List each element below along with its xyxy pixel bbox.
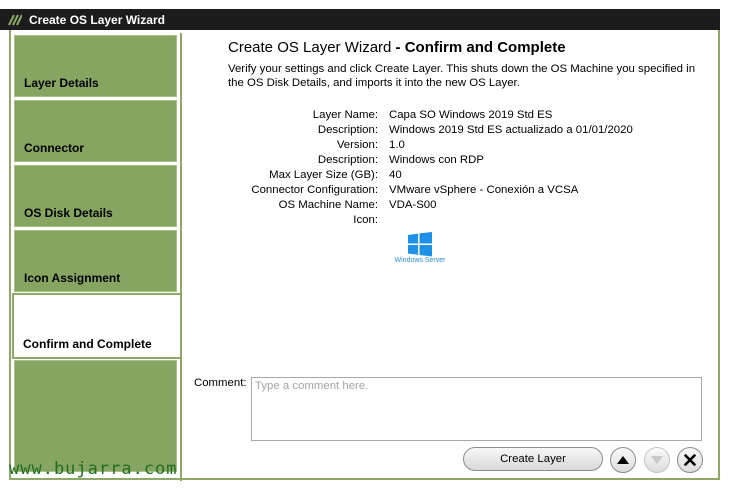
instructions-text: Verify your settings and click Create La…	[228, 63, 696, 89]
summary-label: Icon:	[353, 214, 378, 226]
create-layer-button[interactable]: Create Layer	[463, 447, 603, 471]
summary-label: Layer Name:	[312, 109, 378, 121]
summary-value: 40	[389, 169, 402, 181]
summary-row-max-layer-size: Max Layer Size (GB): 40	[182, 169, 716, 184]
step-content: Create OS Layer Wizard - Confirm and Com…	[180, 33, 714, 481]
summary-row-version: Version: 1.0	[182, 139, 716, 154]
arrow-up-icon	[617, 456, 629, 464]
comment-input[interactable]	[251, 377, 702, 441]
summary-label: Max Layer Size (GB):	[269, 169, 378, 181]
next-step-button[interactable]	[644, 447, 670, 473]
nav-step-icon-assignment[interactable]: Icon Assignment	[14, 230, 177, 292]
nav-step-label: Icon Assignment	[24, 271, 121, 285]
summary-value: Windows con RDP	[389, 154, 484, 166]
nav-step-layer-details[interactable]: Layer Details	[14, 35, 177, 97]
close-wizard-button[interactable]	[677, 447, 703, 473]
summary-label: Description:	[317, 154, 378, 166]
comment-label: Comment:	[194, 377, 247, 389]
summary-label: Connector Configuration:	[251, 184, 378, 196]
summary-row-version-description: Description: Windows con RDP	[182, 154, 716, 169]
summary-row-description: Description: Windows 2019 Std ES actuali…	[182, 124, 716, 139]
close-icon	[684, 454, 696, 466]
app-stripes-icon	[8, 14, 22, 25]
page-title: Create OS Layer Wizard - Confirm and Com…	[228, 39, 566, 56]
nav-step-label: Connector	[24, 141, 84, 155]
window-title: Create OS Layer Wizard	[29, 12, 165, 27]
page-title-prefix: Create OS Layer Wizard	[228, 39, 392, 56]
summary-label: OS Machine Name:	[278, 199, 378, 211]
nav-filler-panel	[14, 360, 177, 472]
nav-step-connector[interactable]: Connector	[14, 100, 177, 162]
arrow-down-icon	[651, 456, 663, 464]
summary-row-layer-name: Layer Name: Capa SO Windows 2019 Std ES	[182, 109, 716, 124]
nav-step-label: OS Disk Details	[24, 206, 113, 220]
summary-value: VDA-S00	[389, 199, 437, 211]
summary-value: 1.0	[389, 139, 405, 151]
layer-icon-preview: Windows Server	[393, 232, 447, 268]
page-title-step: - Confirm and Complete	[391, 39, 566, 56]
summary-row-connector-configuration: Connector Configuration: VMware vSphere …	[182, 184, 716, 199]
title-bar: Create OS Layer Wizard	[0, 9, 720, 30]
wizard-window: Create OS Layer Wizard Layer Details Con…	[0, 0, 733, 492]
summary-row-os-machine-name: OS Machine Name: VDA-S00	[182, 199, 716, 214]
nav-step-os-disk-details[interactable]: OS Disk Details	[14, 165, 177, 227]
nav-step-label: Layer Details	[24, 76, 99, 90]
summary-value: VMware vSphere - Conexión a VCSA	[389, 184, 579, 196]
windows-server-icon	[408, 232, 432, 257]
summary-label: Version:	[336, 139, 378, 151]
summary-value: Windows 2019 Std ES actualizado a 01/01/…	[389, 124, 633, 136]
icon-caption: Windows Server	[394, 257, 446, 264]
summary-value: Capa SO Windows 2019 Std ES	[389, 109, 553, 121]
watermark-text: www.bujarra.com	[9, 459, 178, 479]
summary-label: Description:	[317, 124, 378, 136]
nav-step-label: Confirm and Complete	[23, 337, 152, 351]
summary-row-icon: Icon:	[182, 214, 716, 229]
previous-step-button[interactable]	[610, 447, 636, 473]
nav-step-confirm-and-complete[interactable]: Confirm and Complete	[12, 293, 180, 359]
